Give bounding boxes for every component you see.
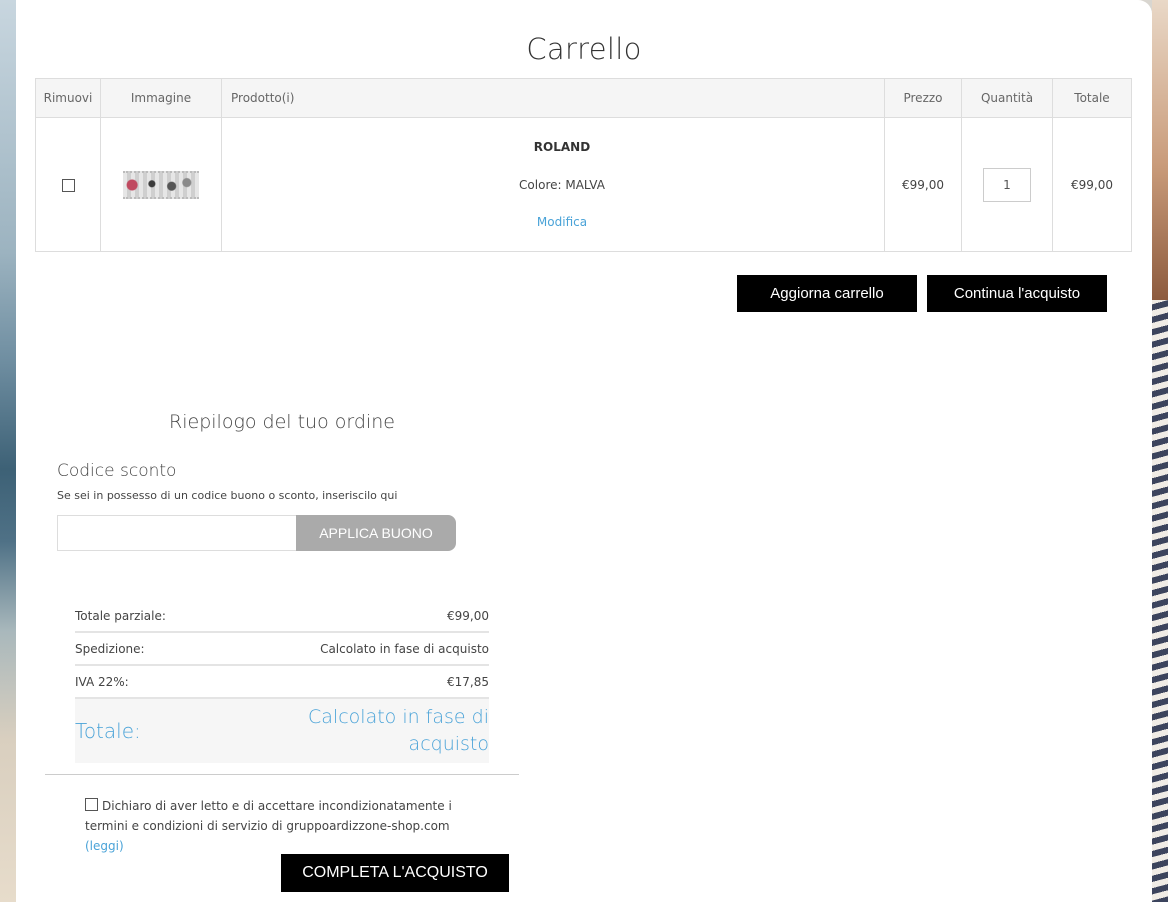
product-cell: ROLAND Colore: MALVA Modifica	[221, 117, 885, 252]
subtotal-label: Totale parziale:	[75, 608, 166, 623]
summary-divider	[45, 774, 519, 775]
shipping-label: Spedizione:	[75, 641, 145, 656]
coupon-input[interactable]	[57, 515, 297, 551]
quantity-cell	[961, 117, 1053, 252]
subtotal-row: Totale parziale: €99,00	[75, 600, 489, 633]
shipping-value: Calcolato in fase di acquisto	[320, 641, 489, 656]
terms-read-link[interactable]: (leggi)	[85, 839, 124, 853]
quantity-input[interactable]	[983, 167, 1031, 202]
grand-total-value: Calcolato in fase di acquisto	[308, 706, 489, 755]
header-product: Prodotto(i)	[221, 78, 885, 118]
header-price: Prezzo	[884, 78, 962, 118]
cart-header-row: Rimuovi Immagine Prodotto(i) Prezzo Quan…	[35, 78, 1132, 118]
shipping-row: Spedizione: Calcolato in fase di acquist…	[75, 633, 489, 666]
vat-row: IVA 22%: €17,85	[75, 666, 489, 699]
order-summary-title: Riepilogo del tuo ordine	[169, 411, 395, 433]
table-row: ROLAND Colore: MALVA Modifica €99,00 €99…	[35, 117, 1132, 252]
background-photo-right-top	[1152, 0, 1168, 300]
page-title: Carrello	[526, 32, 642, 66]
terms-checkbox[interactable]	[85, 798, 98, 811]
remove-cell	[35, 117, 101, 252]
terms-agreement: Dichiaro di aver letto e di accettare in…	[85, 796, 485, 856]
vat-label: IVA 22%:	[75, 674, 129, 689]
product-thumbnail[interactable]	[123, 170, 199, 199]
terms-text: Dichiaro di aver letto e di accettare in…	[85, 799, 452, 833]
order-totals: Totale parziale: €99,00 Spedizione: Calc…	[75, 600, 489, 763]
header-total: Totale	[1052, 78, 1132, 118]
background-photo-left	[0, 0, 16, 902]
vat-value: €17,85	[447, 674, 489, 689]
continue-shopping-button[interactable]: Continua l'acquisto	[927, 275, 1107, 312]
remove-checkbox[interactable]	[61, 178, 75, 192]
product-color: Colore: MALVA	[519, 178, 605, 192]
coupon-title: Codice sconto	[57, 461, 177, 481]
header-image: Immagine	[100, 78, 222, 118]
cart-panel: Carrello Rimuovi Immagine Prodotto(i) Pr…	[16, 0, 1152, 902]
edit-link[interactable]: Modifica	[241, 215, 883, 229]
complete-purchase-button[interactable]: COMPLETA L'ACQUISTO	[281, 854, 509, 892]
header-quantity: Quantità	[961, 78, 1053, 118]
cart-table: Rimuovi Immagine Prodotto(i) Prezzo Quan…	[35, 78, 1132, 252]
header-remove: Rimuovi	[35, 78, 101, 118]
coupon-help-text: Se sei in possesso di un codice buono o …	[57, 489, 398, 502]
update-cart-button[interactable]: Aggiorna carrello	[737, 275, 917, 312]
product-name: ROLAND	[533, 140, 591, 154]
price-cell: €99,00	[884, 117, 962, 252]
grand-total-label: Totale:	[75, 719, 141, 743]
total-cell: €99,00	[1052, 117, 1132, 252]
grand-total-row: Totale: Calcolato in fase di acquisto	[75, 699, 489, 763]
image-cell	[100, 117, 222, 252]
apply-coupon-button[interactable]: APPLICA BUONO	[296, 515, 456, 551]
subtotal-value: €99,00	[447, 608, 489, 623]
